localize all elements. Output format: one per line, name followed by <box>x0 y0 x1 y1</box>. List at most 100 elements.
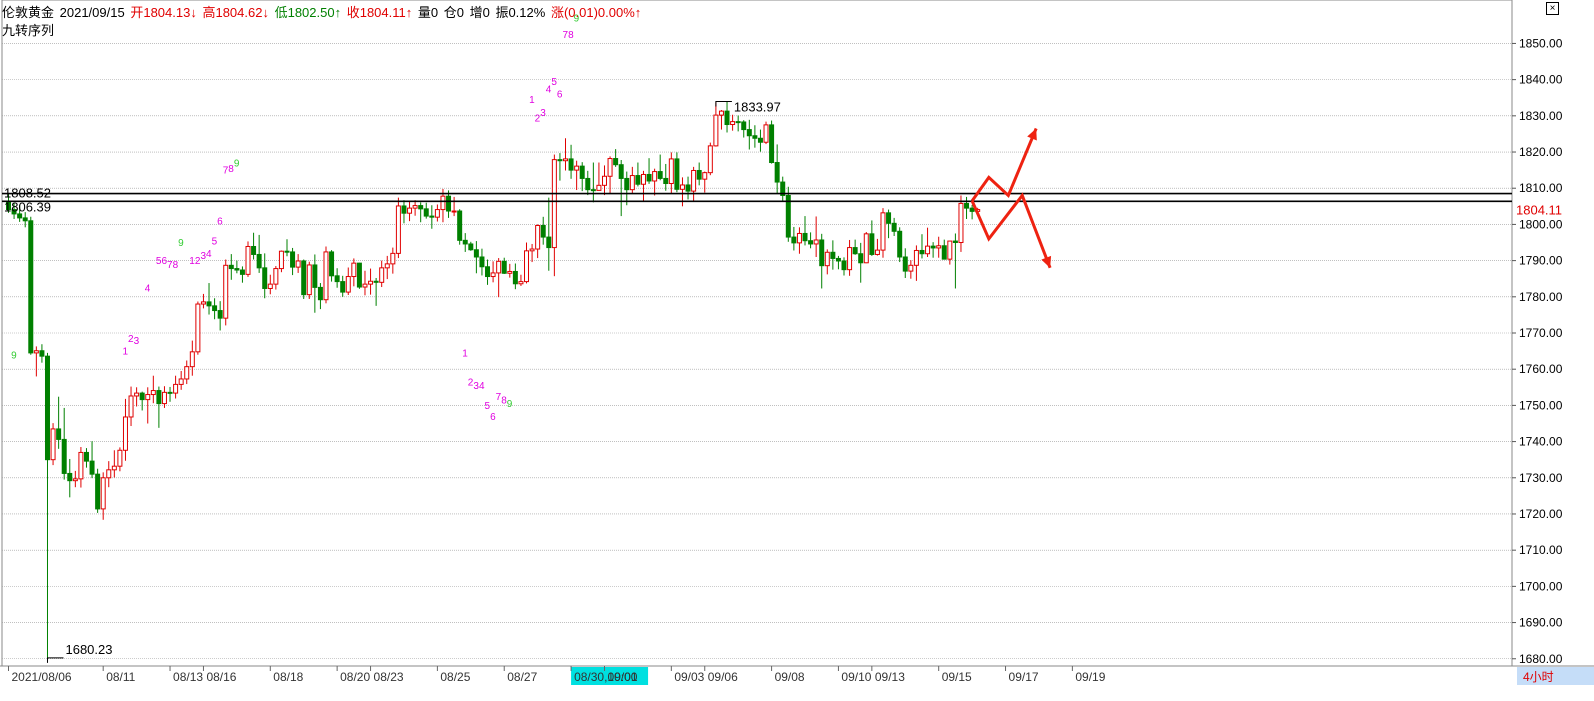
candle-body <box>78 451 84 480</box>
candle-body <box>22 217 28 222</box>
close-icon[interactable]: × <box>1546 2 1559 15</box>
x-tick-label: 08/16 <box>206 670 236 684</box>
candle-body <box>161 391 167 405</box>
candle-body <box>718 110 724 116</box>
candle-body <box>640 173 646 185</box>
x-tick-label: 09/10 <box>841 670 871 684</box>
candle-body <box>490 272 496 278</box>
candle-body <box>234 268 240 271</box>
candle-body <box>579 165 585 179</box>
candle-body <box>930 245 936 249</box>
candle-body <box>178 378 184 385</box>
candle-body <box>451 210 457 213</box>
candle-body <box>685 184 691 192</box>
candle-body <box>529 248 535 252</box>
x-tick-label: 09/03 <box>674 670 704 684</box>
td-count-label: 9 <box>178 238 184 249</box>
y-tick-label: 1810.00 <box>1519 181 1563 195</box>
td-count-label: 3 <box>134 336 140 347</box>
td-count-label: 6 <box>217 216 223 227</box>
candle-body <box>329 251 335 277</box>
candle-body <box>590 189 596 192</box>
candle-body <box>730 121 736 126</box>
candle-body <box>128 395 134 418</box>
candle-body <box>395 205 401 254</box>
close-price: 收1804.11↑ <box>346 5 413 20</box>
candle-body <box>763 124 769 143</box>
candle-body <box>44 355 50 461</box>
candle-body <box>356 262 362 288</box>
extreme-label: 1833.97 <box>734 99 781 114</box>
candle-body <box>122 416 128 451</box>
x-tick-label: 08/23 <box>374 670 404 684</box>
x-tick-label: 08/27 <box>507 670 537 684</box>
td-count-label: 4 <box>206 249 212 260</box>
candle-body <box>290 251 296 268</box>
candle-body <box>262 267 268 289</box>
y-tick-label: 1700.00 <box>1519 579 1563 593</box>
candle-body <box>869 233 875 255</box>
x-tick-label: 09/06 <box>708 670 738 684</box>
candlestick-chart[interactable]: 1680.00 1690.00 1700.00 1710.00 1720.00 1730.… <box>0 0 1594 696</box>
candle-body <box>334 275 340 283</box>
reference-line-label: 1808.52 <box>4 186 51 201</box>
x-tick-label: 09/19 <box>1075 670 1105 684</box>
candle-body <box>880 212 886 251</box>
y-tick-label: 1740.00 <box>1519 435 1563 449</box>
candle-body <box>200 301 206 305</box>
candle-body <box>774 162 780 183</box>
y-tick-label: 1790.00 <box>1519 254 1563 268</box>
candle-body <box>613 158 619 166</box>
candle-body <box>317 286 323 301</box>
candle-body <box>407 207 413 214</box>
candle-body <box>897 230 903 258</box>
candle-body <box>941 245 947 260</box>
quote-header: 伦敦黄金 2021/09/15 开1804.13↓ 高1804.62↓ 低180… <box>2 2 643 21</box>
candle-body <box>696 169 702 180</box>
candle-body <box>741 121 747 131</box>
position-value: 仓0 <box>443 5 464 20</box>
candle-body <box>969 207 975 212</box>
candle-body <box>813 239 819 245</box>
candle-body <box>167 391 173 394</box>
candle-body <box>902 256 908 272</box>
candle-body <box>629 175 635 191</box>
candle-body <box>173 383 179 394</box>
candle-body <box>919 249 925 255</box>
amplitude-value: 振0.12% <box>495 5 546 20</box>
td-count-label: 1 <box>529 95 535 106</box>
td-count-label: 6 <box>490 412 496 423</box>
x-tick-label: 08/13 <box>173 670 203 684</box>
candle-body <box>596 184 602 191</box>
candle-body <box>874 249 880 255</box>
y-tick-label: 1830.00 <box>1519 109 1563 123</box>
candle-body <box>83 451 89 462</box>
candle-body <box>524 250 530 283</box>
candle-body <box>239 269 245 275</box>
candle-body <box>206 301 212 307</box>
candle-body <box>468 243 474 251</box>
candle-body <box>713 114 719 147</box>
y-tick-label: 1720.00 <box>1519 507 1563 521</box>
candle-body <box>757 137 763 143</box>
candle-body <box>256 253 262 269</box>
td-count-label: 8 <box>173 260 179 271</box>
candle-body <box>952 240 958 244</box>
td-count-label: 9 <box>234 159 240 170</box>
y-tick-label: 1800.00 <box>1519 217 1563 231</box>
period-label: 4小时 <box>1523 670 1554 684</box>
instrument-name: 伦敦黄金 <box>2 5 55 20</box>
candle-body <box>551 159 557 249</box>
candle-body <box>646 173 652 182</box>
y-tick-label: 1770.00 <box>1519 326 1563 340</box>
candle-body <box>568 158 574 171</box>
candle-body <box>674 158 680 190</box>
candle-body <box>89 460 95 475</box>
td-count-label: 8 <box>568 30 574 41</box>
candle-body <box>379 267 385 283</box>
td-count-label: 6 <box>557 90 563 101</box>
last-price-label: 1804.11 <box>1516 203 1562 218</box>
candle-body <box>908 264 914 272</box>
td-count-label: 1 <box>462 349 468 360</box>
candle-body <box>301 260 307 296</box>
